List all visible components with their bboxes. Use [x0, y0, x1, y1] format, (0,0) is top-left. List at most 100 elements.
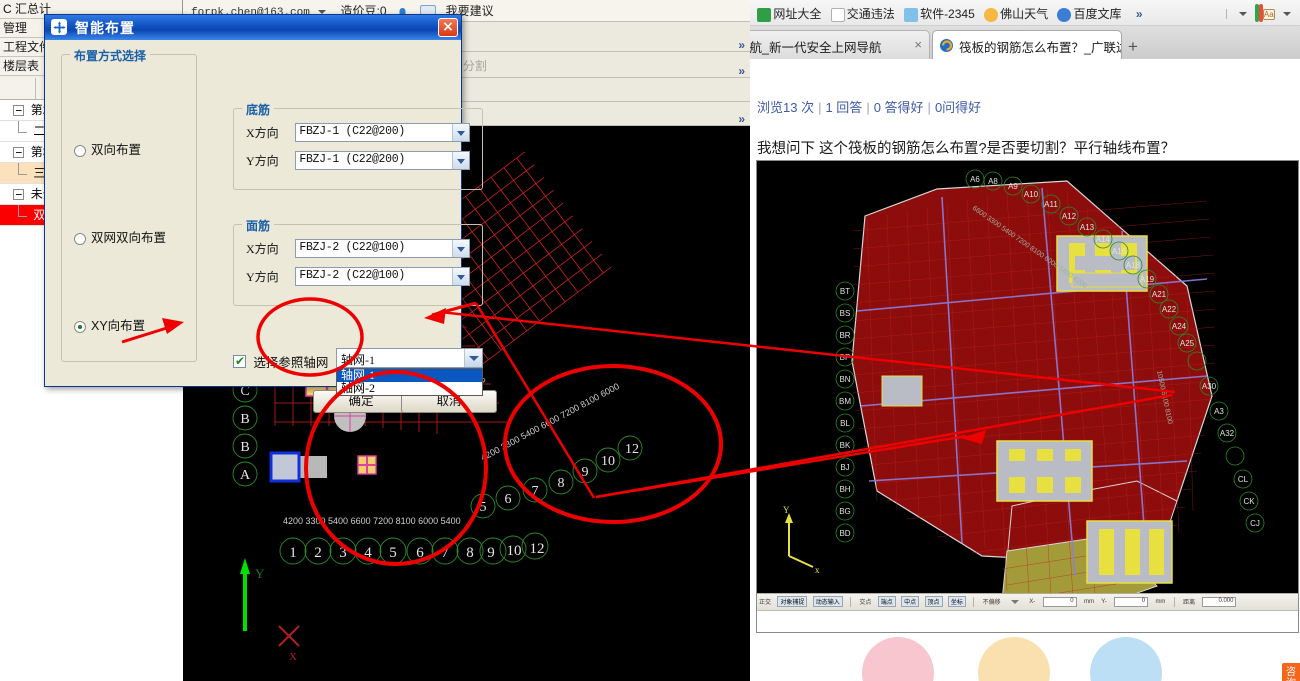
svg-text:A16: A16 — [1112, 247, 1127, 256]
bottom-x-label: X方向 — [246, 126, 279, 140]
sidebar-menu-floorlist-label: 楼层表 — [3, 59, 40, 73]
translate-icon[interactable]: Aa — [1262, 9, 1275, 20]
bookmark-baiduwenku[interactable]: 百度文库 — [1057, 1, 1121, 27]
svg-text:12: 12 — [530, 541, 545, 557]
svg-text:3: 3 — [339, 545, 347, 561]
reference-axis-combo[interactable]: 轴网-1 — [336, 348, 483, 368]
tree-collapse-icon[interactable]: − — [13, 189, 25, 201]
chevron-down-icon[interactable] — [464, 349, 482, 367]
screen-root: C 汇总计 管理 工程文件列表 楼层表 − 第2层 — [0, 0, 1300, 681]
page-icon — [830, 7, 845, 22]
reference-axis-dropdown-list[interactable]: 轴网-1 轴网-2 — [336, 368, 483, 396]
chevron-down-icon[interactable] — [1238, 11, 1247, 16]
chevron-down-icon[interactable] — [452, 124, 470, 141]
coord-y-unit: mm — [1155, 598, 1166, 605]
embedded-cad-screenshot[interactable]: 视图 显示 直线 三维显示 矩形 自动生成板 按梁分割 按图元轮廓绘制 立刀板内… — [756, 160, 1299, 633]
decor-blob-pink — [862, 637, 934, 681]
radio-xy[interactable]: XY向布置 — [74, 315, 145, 334]
bookmarks-bar: 网址大全 交通违法 软件-2345 佛山天气 百度文库 » Aa — [750, 0, 1300, 26]
layout-method-group: 布置方式选择 双向布置 双网双向布置 XY向布置 — [61, 47, 197, 362]
top-y-label: Y方向 — [246, 270, 279, 284]
overflow-chevron-icon[interactable]: » — [738, 58, 745, 77]
side-consult-tab[interactable]: 咨询 — [1282, 663, 1300, 681]
radio-bidirectional-label: 双向布置 — [91, 143, 142, 157]
checkbox-icon-checked[interactable] — [233, 354, 246, 368]
svg-text:A18: A18 — [1126, 261, 1141, 270]
plus-icon[interactable]: + — [1128, 37, 1138, 57]
web-browser: 网址大全 交通违法 软件-2345 佛山天气 百度文库 » Aa 导航_新一代安… — [750, 0, 1300, 681]
svg-text:BL: BL — [840, 419, 850, 428]
radio-double-mesh[interactable]: 双网双向布置 — [74, 227, 166, 246]
svg-text:CJ: CJ — [1250, 519, 1260, 528]
svg-text:BG: BG — [839, 507, 851, 516]
distance-label: 距离 — [1183, 600, 1196, 607]
overflow-chevron-icon[interactable]: » — [738, 107, 745, 125]
coord-y-input: 0 — [1114, 596, 1149, 607]
dialog-title-label: 智能布置 — [75, 20, 135, 36]
radio-double-mesh-label: 双网双向布置 — [91, 231, 167, 245]
svg-text:Y: Y — [255, 566, 265, 581]
svg-text:6: 6 — [416, 545, 424, 561]
status-ortho: 正交 — [759, 600, 772, 607]
svg-text:B: B — [240, 440, 249, 455]
close-icon[interactable]: × — [438, 18, 458, 37]
reference-axis-checkbox-row[interactable]: 选择参照轴网 — [233, 352, 328, 371]
top-y-value: FBZJ-2 (C22@100) — [299, 269, 405, 282]
svg-text:7: 7 — [441, 545, 449, 561]
svg-text:A: A — [240, 468, 251, 483]
svg-text:A12: A12 — [1062, 212, 1077, 221]
svg-text:BN: BN — [839, 375, 850, 384]
bottom-x-combo[interactable]: FBZJ-1 (C22@200) — [295, 123, 471, 142]
top-y-combo[interactable]: FBZJ-2 (C22@100) — [295, 267, 471, 286]
bookmark-hao123[interactable]: 网址大全 — [757, 1, 821, 27]
bookmark-software2345[interactable]: 软件-2345 — [904, 1, 975, 27]
decor-blob-yellow — [978, 637, 1050, 681]
dropdown-option[interactable]: 轴网-2 — [337, 382, 482, 395]
chevron-down-icon[interactable] — [452, 240, 470, 257]
top-x-combo[interactable]: FBZJ-2 (C22@100) — [295, 239, 471, 258]
radio-icon[interactable] — [74, 232, 86, 245]
browser-tab-active[interactable]: 筏板的钢筋怎么布置？_广联达服 × — [932, 30, 1122, 59]
tab-strip: 导航_新一代安全上网导航 × 筏板的钢筋怎么布置？_广联达服 × + — [750, 26, 1300, 59]
split-button[interactable]: 分割 — [458, 53, 492, 77]
radio-icon[interactable] — [74, 144, 86, 157]
tab-label: 导航_新一代安全上网导航 — [750, 41, 882, 55]
bottom-y-combo[interactable]: FBZJ-1 (C22@200) — [295, 151, 471, 170]
move-cross-icon — [51, 19, 67, 35]
close-icon[interactable]: × — [1106, 37, 1114, 52]
tree-collapse-icon[interactable]: − — [13, 147, 25, 159]
svg-text:A9: A9 — [1008, 182, 1018, 191]
bookmark-weather[interactable]: 佛山天气 — [984, 1, 1048, 27]
tab-label: 筏板的钢筋怎么布置？_广联达服 — [959, 41, 1121, 55]
bottom-x-field-row: X方向 FBZJ-1 (C22@200) — [246, 123, 471, 142]
coord-x-unit: mm — [1083, 598, 1094, 605]
svg-text:5: 5 — [480, 500, 487, 515]
tree-collapse-icon[interactable]: − — [13, 105, 25, 117]
chevron-down-icon[interactable] — [452, 152, 470, 169]
distance-input: 0.000 — [1202, 596, 1237, 607]
svg-text:B: B — [240, 412, 249, 427]
bookmark-label: 网址大全 — [773, 6, 822, 21]
bookmark-label: 百度文库 — [1073, 6, 1122, 21]
bookmark-traffic[interactable]: 交通违法 — [830, 1, 895, 27]
radio-icon-selected[interactable] — [74, 320, 86, 333]
svg-text:BJ: BJ — [840, 463, 849, 472]
smart-layout-dialog[interactable]: 智能布置 × 布置方式选择 双向布置 双网双向布置 XY向布置 底筋 X方向 F… — [44, 14, 497, 413]
dialog-body: 布置方式选择 双向布置 双网双向布置 XY向布置 底筋 X方向 FBZJ-1 (… — [45, 40, 497, 413]
svg-text:BP: BP — [840, 353, 851, 362]
svg-text:6: 6 — [505, 492, 512, 507]
chevron-down-icon[interactable] — [1283, 11, 1291, 16]
chevron-down-icon[interactable] — [452, 268, 470, 285]
page-footer-decor — [750, 633, 1300, 681]
svg-text:CL: CL — [1238, 475, 1249, 484]
svg-text:A30: A30 — [1202, 382, 1217, 391]
dialog-titlebar[interactable]: 智能布置 × — [45, 15, 461, 40]
radio-bidirectional[interactable]: 双向布置 — [74, 139, 141, 158]
svg-text:Y: Y — [783, 505, 790, 515]
close-icon[interactable]: × — [914, 37, 922, 52]
overflow-chevron-icon[interactable]: » — [738, 30, 745, 51]
svg-text:A3: A3 — [1214, 407, 1224, 416]
browser-tab-inactive[interactable]: 导航_新一代安全上网导航 × — [750, 30, 930, 59]
svg-text:4200 3300 5400 6600 7200 8100: 4200 3300 5400 6600 7200 8100 6000 5400 — [283, 516, 461, 526]
chevron-double-right-icon[interactable]: » — [1136, 1, 1143, 27]
